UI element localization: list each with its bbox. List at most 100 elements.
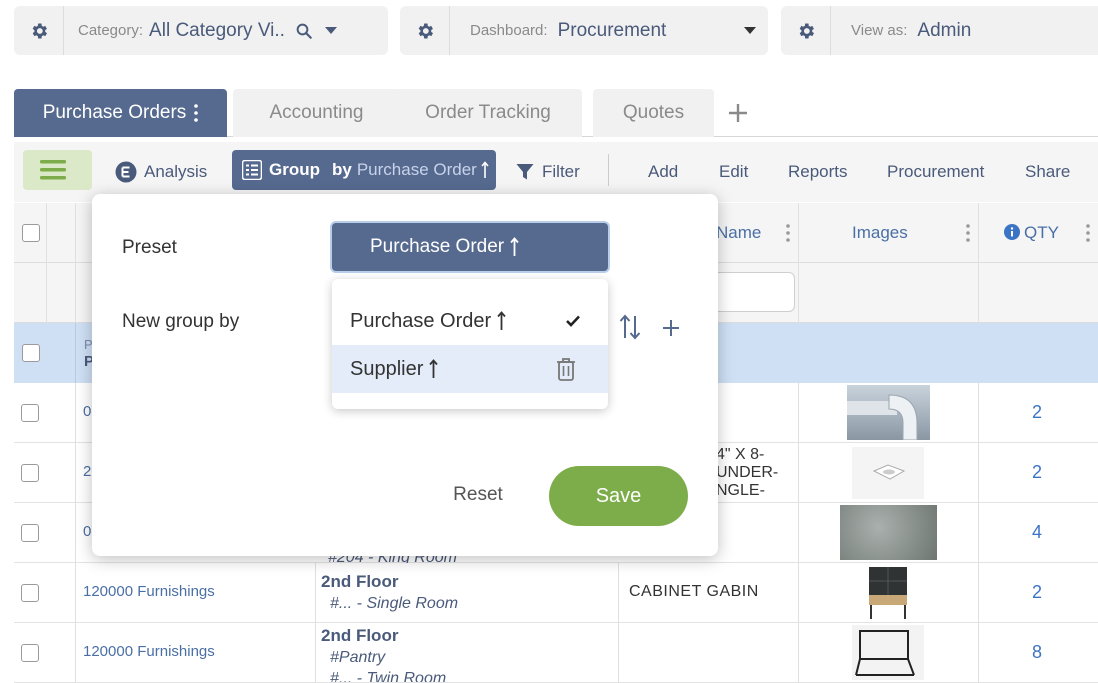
option-label: Supplier <box>350 357 424 380</box>
filter-button[interactable]: Filter <box>516 142 580 202</box>
add-label: Add <box>648 162 679 181</box>
name-cell: CABINET GABIN <box>629 583 759 600</box>
column-divider <box>978 443 979 503</box>
cabinet-image <box>869 567 907 619</box>
column-divider <box>75 263 76 323</box>
chevron-down-icon[interactable] <box>324 27 337 34</box>
product-image[interactable] <box>840 505 937 560</box>
name-line: NGLE- <box>716 482 765 499</box>
row-checkbox[interactable] <box>21 524 39 542</box>
tab-purchase-orders[interactable]: Purchase Orders <box>14 89 227 137</box>
gear-icon <box>32 23 47 38</box>
select-all-checkbox[interactable] <box>22 224 40 242</box>
edit-button[interactable]: Edit <box>719 142 748 202</box>
group-by-value: Purchase Order <box>356 160 477 179</box>
product-image[interactable] <box>865 565 911 620</box>
menu-button[interactable] <box>23 150 92 190</box>
info-icon[interactable] <box>1004 224 1020 240</box>
column-divider <box>798 443 799 503</box>
option-purchase-order[interactable]: Purchase Order <box>332 297 608 345</box>
table-row[interactable]: 120000 Furnishings 2nd Floor #... - Sing… <box>14 563 1098 623</box>
row-checkbox[interactable] <box>21 584 39 602</box>
tab-accounting[interactable]: Accounting <box>233 89 400 137</box>
procurement-button[interactable]: Procurement <box>887 142 984 202</box>
kebab-menu-icon[interactable] <box>194 104 199 122</box>
plus-icon <box>729 104 747 122</box>
dashboard-label: Dashboard: <box>470 22 548 39</box>
view-as-label: View as: <box>851 22 908 39</box>
column-menu-icon[interactable] <box>786 223 790 243</box>
group-by-button[interactable]: Group by Purchase Order <box>232 150 496 190</box>
analysis-icon <box>115 161 137 183</box>
group-checkbox[interactable] <box>22 344 40 362</box>
reset-button[interactable]: Reset <box>428 466 528 524</box>
qty-cell[interactable]: 4 <box>1032 522 1042 543</box>
preset-value: Purchase Order <box>370 236 505 257</box>
arrow-up-icon <box>497 311 506 330</box>
row-checkbox[interactable] <box>21 644 39 662</box>
column-header-qty[interactable]: QTY <box>1024 223 1059 243</box>
qty-cell[interactable]: 2 <box>1032 402 1042 423</box>
option-supplier[interactable]: Supplier <box>332 345 608 393</box>
tab-label: Purchase Orders <box>42 102 187 123</box>
procurement-label: Procurement <box>887 162 985 181</box>
cost-code-cell: 0 <box>83 523 92 540</box>
column-divider <box>798 263 799 323</box>
product-image[interactable] <box>852 447 924 499</box>
share-button[interactable]: Share <box>1025 142 1070 202</box>
group-label: Group <box>269 160 320 179</box>
add-button[interactable]: Add <box>648 142 678 202</box>
top-selector-bar: Category: All Category Vi.. Dashboard: P… <box>0 6 1098 56</box>
save-button[interactable]: Save <box>549 466 688 526</box>
qty-cell[interactable]: 2 <box>1032 582 1042 603</box>
preset-select[interactable]: Purchase Order <box>332 223 608 271</box>
name-line: 4" X 8- <box>716 446 765 463</box>
view-as-selector[interactable]: View as: Admin <box>781 6 1098 55</box>
category-settings-button[interactable] <box>14 6 64 55</box>
row-checkbox[interactable] <box>21 464 39 482</box>
dashboard-selector[interactable]: Dashboard: Procurement <box>400 6 768 55</box>
column-divider <box>75 203 76 263</box>
column-divider <box>46 203 47 263</box>
column-divider <box>46 263 47 323</box>
trash-icon[interactable] <box>556 357 576 381</box>
qty-cell[interactable]: 2 <box>1032 462 1042 483</box>
column-divider <box>75 503 76 563</box>
dashboard-settings-button[interactable] <box>400 6 450 55</box>
view-settings-button[interactable] <box>781 6 831 55</box>
product-image[interactable] <box>847 385 930 441</box>
cost-code-cell: 120000 Furnishings <box>83 583 215 600</box>
tab-quotes[interactable]: Quotes <box>593 89 714 137</box>
group-by-popup: Preset New group by Purchase Order Purch… <box>92 194 718 556</box>
qty-cell[interactable]: 8 <box>1032 642 1042 663</box>
share-label: Share <box>1025 162 1071 181</box>
column-divider <box>978 503 979 563</box>
location-cell: 2nd Floor <box>321 626 399 645</box>
category-value: All Category Vi.. <box>149 19 285 41</box>
analysis-button[interactable]: Analysis <box>115 142 207 202</box>
cost-code-cell: 120000 Furnishings <box>83 643 215 660</box>
list-group-icon <box>242 160 262 180</box>
chevron-down-icon[interactable] <box>744 27 756 34</box>
tab-order-tracking[interactable]: Order Tracking <box>394 89 582 137</box>
add-tab-button[interactable] <box>726 101 750 125</box>
row-checkbox[interactable] <box>21 404 39 422</box>
add-group-icon[interactable] <box>662 319 680 337</box>
search-icon[interactable] <box>295 22 313 40</box>
column-divider <box>798 383 799 443</box>
sort-toggle-icon[interactable] <box>619 314 641 340</box>
arrow-up-icon <box>481 161 489 178</box>
location-sub-cell: #Pantry <box>330 649 386 666</box>
category-selector[interactable]: Category: All Category Vi.. <box>14 6 388 55</box>
column-divider <box>75 563 76 623</box>
product-image[interactable] <box>852 625 924 680</box>
column-divider <box>798 203 799 263</box>
reports-button[interactable]: Reports <box>788 142 848 202</box>
column-header-name[interactable]: Name <box>716 223 761 243</box>
column-divider <box>618 623 619 683</box>
column-header-images[interactable]: Images <box>852 223 908 243</box>
table-row[interactable]: 120000 Furnishings 2nd Floor #Pantry #..… <box>14 623 1098 683</box>
column-menu-icon[interactable] <box>966 223 970 243</box>
column-menu-icon[interactable] <box>1086 223 1090 243</box>
location-cell: 2nd Floor <box>321 572 399 591</box>
